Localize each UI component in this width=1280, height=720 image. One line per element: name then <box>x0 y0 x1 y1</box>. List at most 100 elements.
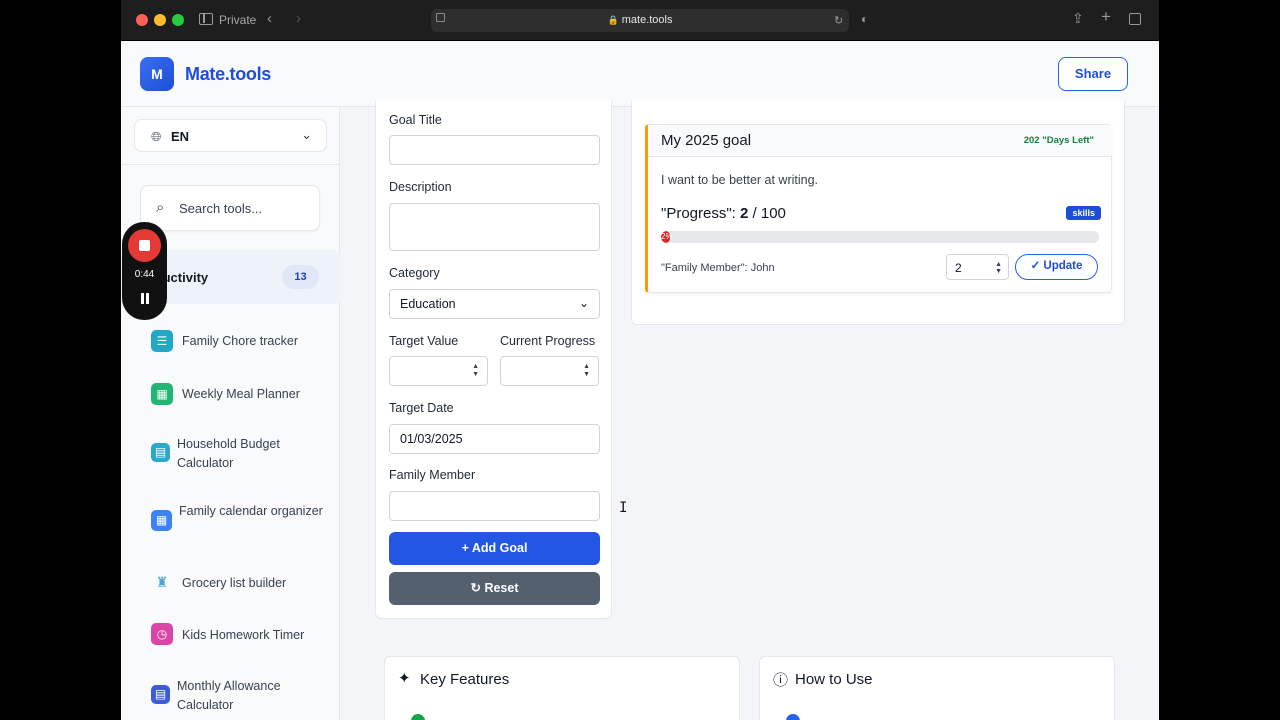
new-tab-icon[interactable]: + <box>1101 8 1111 25</box>
text-cursor-icon: I <box>619 500 628 516</box>
pause-icon[interactable] <box>139 293 151 305</box>
goal-description: I want to be better at writing. <box>661 173 819 187</box>
chevron-down-icon: ⌄ <box>301 127 312 142</box>
page-icon <box>436 13 445 22</box>
forward-icon[interactable]: › <box>296 11 301 26</box>
search-icon: ⌕ <box>156 199 165 216</box>
tool-item-grocery-list-builder[interactable]: ♜ Grocery list builder <box>151 570 326 594</box>
stop-recording-button[interactable] <box>128 229 161 262</box>
tool-label: Weekly Meal Planner <box>182 387 300 401</box>
tool-item-monthly-allowance-calculator[interactable]: ▤ Monthly Allowance Calculator <box>151 675 326 715</box>
tool-item-family-calendar-organizer[interactable]: ▦ Family calendar organizer <box>151 500 326 540</box>
goal-title-label: Goal Title <box>389 113 442 127</box>
url-display: 🔒 mate.tools <box>431 14 849 26</box>
category-value: Education <box>400 297 456 311</box>
calendar-icon: ▦ <box>151 383 173 405</box>
key-features-card: ✦ Key Features <box>384 656 740 720</box>
language-select[interactable]: 🌐︎ EN ⌄ <box>134 119 327 152</box>
current-progress-input[interactable]: ▲ ▼ <box>500 356 599 386</box>
target-date-input[interactable]: 01/03/2025 <box>389 424 600 454</box>
how-to-use-title: How to Use <box>795 671 873 688</box>
back-icon[interactable]: ‹ <box>267 11 272 26</box>
stepper-icon[interactable]: ▲ ▼ <box>472 363 479 379</box>
category-label: Category <box>389 266 440 280</box>
progress-update-value: 2 <box>955 261 962 275</box>
screen: Private ‹ › 🔒 mate.tools ↻ ◐ ⇪ + M Mate.t… <box>0 0 1280 720</box>
stepper-icon[interactable]: ▲ ▼ <box>583 363 590 379</box>
share-button[interactable]: Share <box>1058 57 1128 91</box>
goal-progress-label: "Progress": 2 / 100 <box>661 205 786 222</box>
check-circle-icon <box>411 714 425 720</box>
browser-window: Private ‹ › 🔒 mate.tools ↻ ◐ ⇪ + M Mate.t… <box>121 0 1159 720</box>
address-bar[interactable]: 🔒 mate.tools <box>431 9 849 32</box>
description-textarea[interactable] <box>389 203 600 251</box>
share-icon[interactable]: ⇪ <box>1072 11 1084 25</box>
stepper-icon[interactable]: ▲ ▼ <box>995 261 1002 275</box>
step-number-icon <box>786 714 800 720</box>
goal-title-input[interactable] <box>389 135 600 165</box>
reset-label: Reset <box>484 581 519 595</box>
category-count-badge: 13 <box>282 265 319 289</box>
update-button[interactable]: ✓ Update <box>1015 254 1098 280</box>
calculator-icon: ▤ <box>151 685 170 704</box>
shield-icon[interactable]: ◐ <box>861 12 868 26</box>
sparkle-icon: ✦ <box>398 670 411 687</box>
target-date-label: Target Date <box>389 401 454 415</box>
category-select[interactable]: Education ⌄ <box>389 289 600 319</box>
tool-item-family-chore-tracker[interactable]: ☰ Family Chore tracker <box>151 329 326 353</box>
page: M Mate.tools Share 🌐︎ EN ⌄ ⌕ Search tool… <box>121 41 1159 720</box>
goal-card-header: My 2025 goal 202 "Days Left" <box>648 125 1112 157</box>
info-icon: ⓘ <box>773 672 789 689</box>
family-member-label: Family Member <box>389 468 476 482</box>
tool-label: Grocery list builder <box>182 576 287 590</box>
search-placeholder: Search tools... <box>179 201 263 216</box>
zoom-window-button[interactable] <box>172 14 184 26</box>
how-to-use-card: ⓘ How to Use <box>759 656 1115 720</box>
tool-label: Household Budget Calculator <box>177 437 280 470</box>
update-label: Update <box>1043 260 1083 272</box>
current-progress-label: Current Progress <box>500 334 596 348</box>
progress-prefix: "Progress": <box>661 205 741 222</box>
check-icon: ✓ <box>1030 260 1044 272</box>
tool-label: Monthly Allowance Calculator <box>177 679 281 712</box>
progress-update-input[interactable]: 2 ▲ ▼ <box>946 254 1009 280</box>
checklist-icon: ☰ <box>151 330 173 352</box>
sidebar-toggle-icon[interactable] <box>199 13 213 25</box>
close-window-button[interactable] <box>136 14 148 26</box>
target-value-label: Target Value <box>389 334 459 348</box>
progress-bar: 2% <box>661 231 1099 243</box>
add-goal-label: Add Goal <box>471 541 528 555</box>
target-value-input[interactable]: ▲ ▼ <box>389 356 488 386</box>
site-header: M Mate.tools Share <box>121 41 1159 107</box>
tool-item-weekly-meal-planner[interactable]: ▦ Weekly Meal Planner <box>151 382 326 406</box>
logo-mark[interactable]: M <box>140 57 174 91</box>
clock-icon: ◷ <box>151 623 173 645</box>
lock-icon: 🔒 <box>607 15 619 25</box>
logo-text[interactable]: Mate.tools <box>185 64 271 85</box>
plus-icon: + <box>461 541 472 555</box>
minimize-window-button[interactable] <box>154 14 166 26</box>
goals-panel: My 2025 goal 202 "Days Left" I want to b… <box>631 101 1125 325</box>
calendar-icon: ▦ <box>151 510 172 531</box>
search-input[interactable]: ⌕ Search tools... <box>140 185 320 231</box>
cart-icon: ♜ <box>155 574 169 590</box>
divider <box>121 164 340 165</box>
goal-form: Goal Title Description Category Educatio… <box>375 101 612 619</box>
progress-bar-text: 2% <box>661 232 673 241</box>
tool-item-kids-homework-timer[interactable]: ◷ Kids Homework Timer <box>151 622 326 646</box>
reset-button[interactable]: ↻ Reset <box>389 572 600 605</box>
recording-time: 0:44 <box>134 269 155 280</box>
chevron-down-icon: ⌄ <box>578 296 589 310</box>
url-text: mate.tools <box>621 14 673 26</box>
description-label: Description <box>389 180 452 194</box>
tab-overview-icon[interactable] <box>1129 13 1141 25</box>
family-member-input[interactable] <box>389 491 600 521</box>
progress-bar-fill: 2% <box>661 231 673 243</box>
language-label: EN <box>171 129 190 144</box>
tool-label: Kids Homework Timer <box>182 628 305 642</box>
tool-item-household-budget-calculator[interactable]: ▤ Household Budget Calculator <box>151 433 326 473</box>
goal-title: My 2025 goal <box>661 132 752 149</box>
reload-icon[interactable]: ↻ <box>834 14 843 28</box>
add-goal-button[interactable]: + Add Goal <box>389 532 600 565</box>
globe-icon: 🌐︎ <box>151 129 162 144</box>
